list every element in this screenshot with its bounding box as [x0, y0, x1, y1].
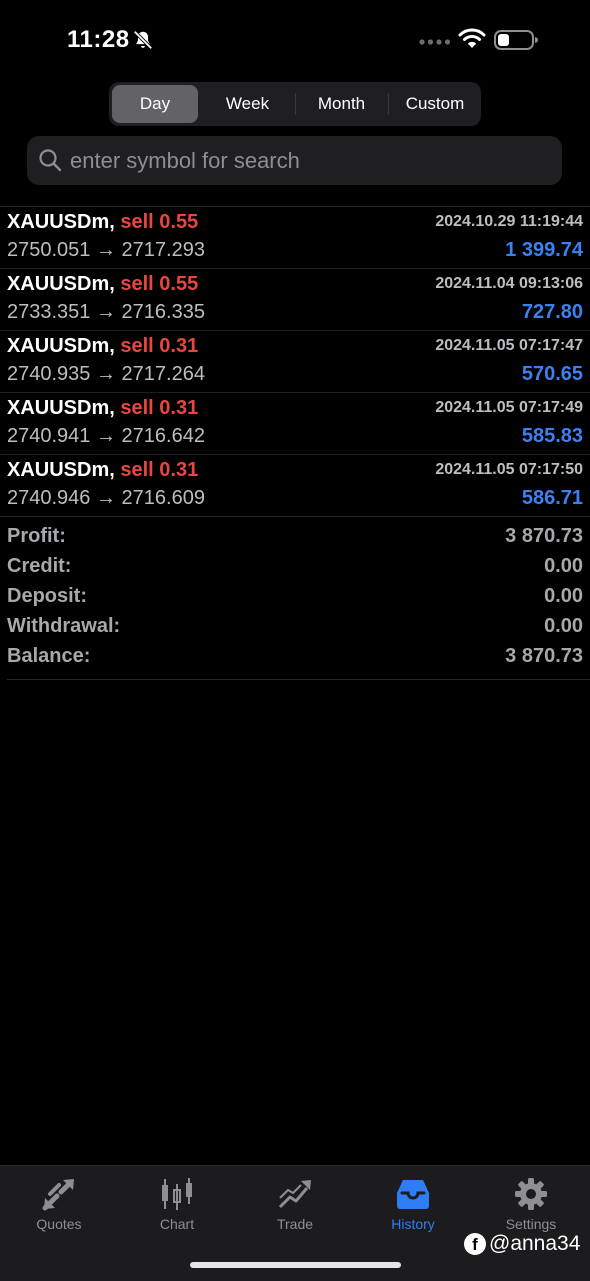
deal-prices: 2740.946 → 2716.609 [7, 487, 205, 509]
status-bar: 11:28 [0, 0, 590, 80]
tab-month[interactable]: Month [296, 85, 387, 123]
deal-profit: 585.83 [521, 425, 583, 447]
deal-side: sell 0.31 [120, 459, 199, 481]
deal-prices: 2740.941 → 2716.642 [7, 425, 205, 447]
deal-prices: 2733.351 → 2716.335 [7, 301, 205, 323]
summary-label: Balance: [7, 645, 91, 667]
account-summary: Profit: 3 870.73 Credit: 0.00 Deposit: 0… [0, 522, 590, 672]
battery-icon [494, 30, 538, 50]
summary-row-balance: Balance: 3 870.73 [0, 642, 590, 672]
deal-symbol: XAUUSDm, [7, 211, 115, 233]
watermark-handle: @anna34 [489, 1232, 581, 1255]
deal-profit: 727.80 [521, 301, 583, 323]
deal-row[interactable]: XAUUSDm, sell 0.31 2024.11.05 07:17:50 2… [0, 455, 590, 517]
summary-label: Withdrawal: [7, 615, 121, 637]
deal-row[interactable]: XAUUSDm, sell 0.31 2024.11.05 07:17:47 2… [0, 331, 590, 393]
status-time: 11:28 [67, 26, 130, 53]
deal-row[interactable]: XAUUSDm, sell 0.55 2024.10.29 11:19:44 2… [0, 207, 590, 269]
tab-history[interactable]: History [354, 1174, 472, 1244]
deal-time: 2024.11.05 07:17:49 [435, 399, 583, 416]
summary-value: 0.00 [544, 585, 583, 607]
tab-day[interactable]: Day [112, 85, 198, 123]
home-indicator[interactable] [190, 1262, 401, 1268]
deal-title: XAUUSDm, sell 0.55 [7, 272, 198, 296]
deal-profit: 586.71 [521, 487, 583, 509]
gear-icon [515, 1178, 547, 1210]
facebook-logo-icon: f [464, 1233, 486, 1255]
tab-label: Chart [159, 1216, 195, 1232]
search-input[interactable] [70, 136, 550, 185]
deal-title: XAUUSDm, sell 0.31 [7, 396, 198, 420]
summary-value: 3 870.73 [505, 525, 583, 547]
search-bar [27, 136, 562, 185]
summary-row-deposit: Deposit: 0.00 [0, 582, 590, 612]
facebook-watermark: f @anna34 [464, 1229, 580, 1259]
deals-list: XAUUSDm, sell 0.55 2024.10.29 11:19:44 2… [0, 207, 590, 517]
summary-row-withdrawal: Withdrawal: 0.00 [0, 612, 590, 642]
deal-time: 2024.10.29 11:19:44 [435, 213, 583, 230]
deal-prices: 2740.935 → 2717.264 [7, 363, 205, 385]
deal-symbol: XAUUSDm, [7, 335, 115, 357]
deal-row[interactable]: XAUUSDm, sell 0.31 2024.11.05 07:17:49 2… [0, 393, 590, 455]
deal-prices: 2750.051 → 2717.293 [7, 239, 205, 261]
candlestick-chart-icon [162, 1178, 192, 1210]
summary-row-profit: Profit: 3 870.73 [0, 522, 590, 552]
deal-side: sell 0.55 [120, 211, 199, 233]
tab-chart[interactable]: Chart [118, 1174, 236, 1244]
summary-value: 0.00 [544, 615, 583, 637]
tab-label: Trade [276, 1216, 314, 1232]
wifi-icon [458, 28, 486, 48]
deal-side: sell 0.55 [120, 273, 199, 295]
summary-value: 0.00 [544, 555, 583, 577]
deal-side: sell 0.31 [120, 335, 199, 357]
deal-title: XAUUSDm, sell 0.55 [7, 210, 198, 234]
deal-title: XAUUSDm, sell 0.31 [7, 334, 198, 358]
summary-label: Profit: [7, 525, 66, 547]
period-segmented-control: Day Week Month Custom [109, 82, 481, 126]
summary-label: Deposit: [7, 585, 87, 607]
deal-profit: 1 399.74 [505, 239, 583, 261]
deal-symbol: XAUUSDm, [7, 273, 115, 295]
trade-trend-icon [278, 1180, 311, 1209]
tab-label: Quotes [36, 1216, 82, 1232]
deal-symbol: XAUUSDm, [7, 397, 115, 419]
deal-time: 2024.11.04 09:13:06 [435, 275, 583, 292]
deal-time: 2024.11.05 07:17:47 [435, 337, 583, 354]
deal-symbol: XAUUSDm, [7, 459, 115, 481]
tab-quotes[interactable]: Quotes [0, 1174, 118, 1244]
tab-custom[interactable]: Custom [389, 85, 481, 123]
quotes-arrows-icon [42, 1179, 74, 1211]
bell-slash-icon [133, 30, 153, 50]
summary-label: Credit: [7, 555, 72, 577]
divider [7, 679, 590, 680]
signal-dots-icon [419, 39, 451, 45]
deal-time: 2024.11.05 07:17:50 [435, 461, 583, 478]
tab-trade[interactable]: Trade [236, 1174, 354, 1244]
tab-label: History [391, 1216, 435, 1232]
deal-row[interactable]: XAUUSDm, sell 0.55 2024.11.04 09:13:06 2… [0, 269, 590, 331]
tab-week[interactable]: Week [201, 85, 294, 123]
history-tray-icon [397, 1180, 429, 1209]
deal-profit: 570.65 [521, 363, 583, 385]
deal-side: sell 0.31 [120, 397, 199, 419]
summary-row-credit: Credit: 0.00 [0, 552, 590, 582]
summary-value: 3 870.73 [505, 645, 583, 667]
search-icon [39, 149, 62, 172]
deal-title: XAUUSDm, sell 0.31 [7, 458, 198, 482]
